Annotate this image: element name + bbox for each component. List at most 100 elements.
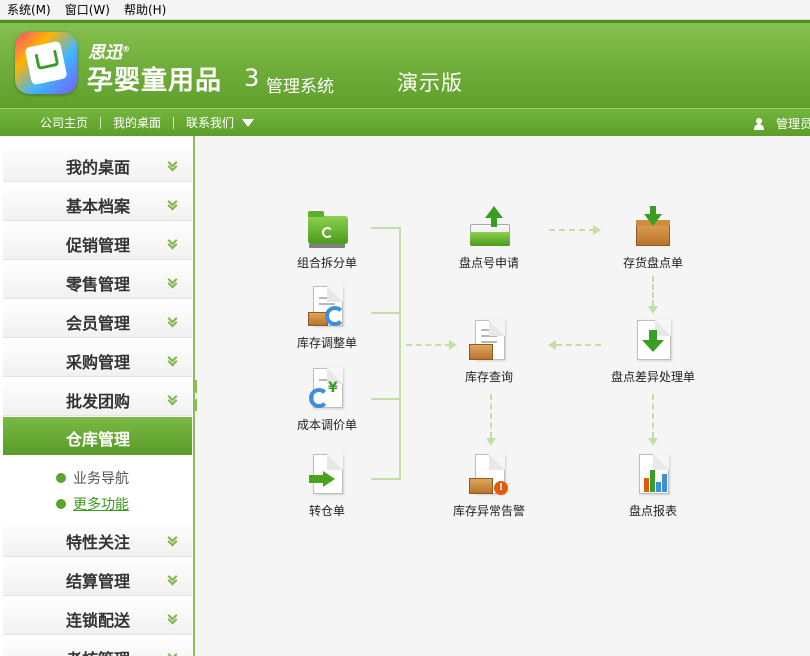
user-menu[interactable]: 管理员: [753, 115, 810, 132]
menu-help[interactable]: 帮助(H): [117, 1, 173, 18]
sidebar-item-label: 结算管理: [66, 572, 131, 591]
flow-arrow: [548, 340, 556, 350]
flow-arrow: [648, 306, 658, 314]
sidebar-item-label: 促销管理: [66, 236, 131, 255]
node-count-report[interactable]: 盘点报表: [603, 454, 703, 519]
flow-arrow: [486, 438, 496, 446]
sidebar-item-label: 批发团购: [66, 392, 131, 411]
node-label: 盘点差异处理单: [610, 370, 695, 384]
flow-arrow: [593, 225, 601, 235]
sidebar-item-feature-focus[interactable]: 特性关注: [3, 519, 192, 557]
sidebar-item-settlement[interactable]: 结算管理: [3, 558, 192, 596]
flow-connector: [652, 394, 654, 438]
chevron-down-icon: [168, 317, 176, 325]
nav-bar: 公司主页 我的桌面 联系我们 管理员: [0, 108, 810, 136]
transfer-arrow-icon: [305, 454, 349, 498]
node-stock-alert[interactable]: ! 库存异常告警: [439, 454, 539, 519]
sub-item-label: 业务导航: [73, 471, 129, 487]
node-label: 转仓单: [308, 504, 345, 518]
chevron-down-icon: [168, 356, 176, 364]
product-name: 孕婴童用品: [87, 66, 223, 96]
caret-down-icon[interactable]: [242, 118, 255, 127]
chevron-down-icon: [168, 278, 176, 286]
app-logo: [15, 32, 77, 94]
node-combo-split[interactable]: 组合拆分单: [277, 206, 377, 271]
flow-connector: [490, 394, 492, 438]
sidebar-item-label: 基本档案: [66, 197, 131, 216]
node-label: 库存查询: [464, 370, 513, 384]
app-header: 思迅® 孕婴童用品 3 管理系统 演示版: [0, 20, 810, 108]
inventory-search-icon: [467, 320, 511, 364]
sidebar-item-label: 连锁配送: [66, 611, 131, 630]
user-name: 管理员: [775, 117, 810, 131]
chevron-down-icon: [168, 161, 176, 169]
node-inventory-query[interactable]: 库存查询: [439, 320, 539, 385]
node-inventory-adjust[interactable]: 库存调整单: [277, 286, 377, 351]
menu-system[interactable]: 系统(M): [0, 1, 58, 18]
flow-panel: 组合拆分单 库存调整单 ¥ 成本调价单 转仓单 盘点号申请 库存查询 ! 库存异…: [197, 136, 810, 656]
node-label: 组合拆分单: [296, 256, 357, 270]
sub-item-business-nav[interactable]: 业务导航: [56, 468, 129, 488]
sidebar-item-basic-files[interactable]: 基本档案: [3, 183, 192, 221]
menu-window[interactable]: 窗口(W): [58, 1, 117, 18]
bullet-icon: [56, 499, 66, 509]
box-download-icon: [631, 206, 675, 250]
chevron-down-icon: [168, 239, 176, 247]
user-icon: [753, 117, 764, 130]
bullet-icon: [56, 473, 66, 483]
flow-connector: [549, 229, 595, 231]
node-label: 库存调整单: [296, 336, 357, 350]
warning-icon: !: [467, 454, 511, 498]
sidebar-item-label: 零售管理: [66, 275, 131, 294]
nav-company-home[interactable]: 公司主页: [28, 114, 100, 131]
sidebar-item-label: 会员管理: [66, 314, 131, 333]
sub-item-more-functions[interactable]: 更多功能: [56, 494, 129, 514]
document-download-icon: [631, 320, 675, 364]
chevron-down-icon: [168, 614, 176, 622]
sidebar-item-wholesale[interactable]: 批发团购: [3, 378, 192, 416]
node-stock-count[interactable]: 存货盘点单: [603, 206, 703, 271]
node-label: 盘点报表: [628, 504, 677, 518]
price-adjust-icon: ¥: [305, 368, 349, 412]
sidebar-item-retail[interactable]: 零售管理: [3, 261, 192, 299]
menu-bar: 系统(M) 窗口(W) 帮助(H): [0, 0, 810, 20]
sidebar-item-label: 特性关注: [66, 533, 131, 552]
sidebar-item-my-desktop[interactable]: 我的桌面: [3, 144, 192, 182]
document-refresh-icon: [305, 286, 349, 330]
header-stripe: [0, 20, 810, 23]
sidebar-item-assessment[interactable]: 考核管理: [3, 636, 192, 656]
chevron-down-icon: [168, 536, 176, 544]
chevron-down-icon: [168, 395, 176, 403]
flow-arrow: [648, 438, 658, 446]
sidebar-item-member[interactable]: 会员管理: [3, 300, 192, 338]
sidebar-item-label: 仓库管理: [66, 430, 131, 449]
system-label: 管理系统: [266, 77, 334, 97]
product-version: 3: [244, 64, 260, 92]
node-label: 成本调价单: [296, 418, 357, 432]
sidebar-item-label: 采购管理: [66, 353, 131, 372]
flow-connector: [652, 276, 654, 306]
folder-icon: [305, 206, 349, 250]
node-label: 存货盘点单: [622, 256, 683, 270]
sidebar-item-chain-delivery[interactable]: 连锁配送: [3, 597, 192, 635]
sidebar-item-label: 我的桌面: [66, 158, 131, 177]
node-label: 库存异常告警: [452, 504, 525, 518]
node-transfer[interactable]: 转仓单: [277, 454, 377, 519]
sidebar-item-warehouse[interactable]: 仓库管理: [3, 417, 192, 455]
edition-label: 演示版: [397, 71, 463, 95]
nav-contact-us[interactable]: 联系我们: [174, 114, 240, 131]
flow-connector: [399, 227, 401, 480]
flow-connector: [556, 344, 601, 346]
folder-upload-icon: [467, 206, 511, 250]
chevron-down-icon: [168, 200, 176, 208]
chevron-down-icon: [168, 575, 176, 583]
sidebar-item-promotion[interactable]: 促销管理: [3, 222, 192, 260]
node-count-diff[interactable]: 盘点差异处理单: [603, 320, 703, 385]
nav-my-desktop[interactable]: 我的桌面: [101, 114, 173, 131]
node-cost-adjust[interactable]: ¥ 成本调价单: [277, 368, 377, 433]
node-count-apply[interactable]: 盘点号申请: [439, 206, 539, 271]
sidebar-item-purchase[interactable]: 采购管理: [3, 339, 192, 377]
sidebar-item-label: 考核管理: [66, 646, 130, 656]
bar-chart-icon: [631, 454, 675, 498]
node-label: 盘点号申请: [458, 256, 519, 270]
